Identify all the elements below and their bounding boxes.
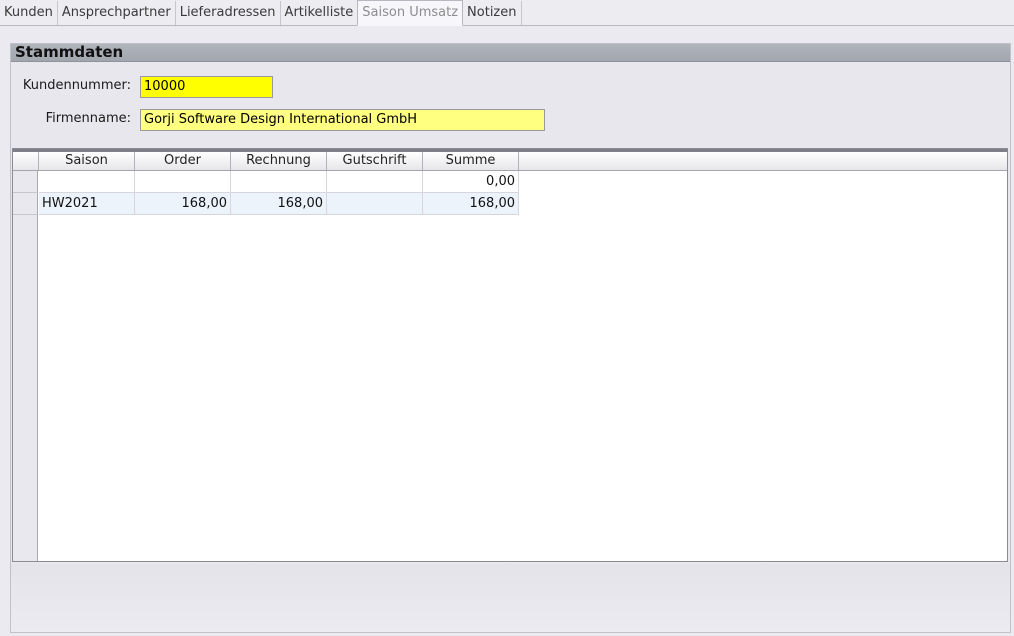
tab-ansprechpartner[interactable]: Ansprechpartner — [58, 1, 176, 25]
customer-form: Kundennummer: 10000 Firmenname: Gorji So… — [11, 62, 1010, 147]
cell-order[interactable] — [135, 171, 231, 193]
tab-kunden[interactable]: Kunden — [0, 1, 58, 25]
table-row[interactable]: 0,00 — [13, 171, 519, 193]
row-selector[interactable] — [13, 171, 38, 193]
tab-notizen[interactable]: Notizen — [463, 1, 522, 25]
panel-footer — [11, 564, 1010, 632]
saison-umsatz-table: Saison Order Rechnung Gutschrift Summe 0… — [12, 148, 1008, 562]
table-row[interactable]: HW2021 168,00 168,00 168,00 — [13, 193, 519, 215]
cell-order[interactable]: 168,00 — [135, 193, 231, 215]
column-header-summe[interactable]: Summe — [423, 152, 519, 170]
column-header-saison[interactable]: Saison — [39, 152, 135, 170]
stammdaten-panel: Stammdaten Kundennummer: 10000 Firmennam… — [10, 43, 1011, 633]
tab-artikelliste[interactable]: Artikelliste — [281, 1, 359, 25]
kundennummer-label: Kundennummer: — [22, 78, 131, 93]
firmenname-field[interactable]: Gorji Software Design International GmbH — [140, 109, 545, 131]
row-selector[interactable] — [13, 193, 38, 215]
cell-rechnung[interactable]: 168,00 — [231, 193, 327, 215]
tab-bar: Kunden Ansprechpartner Lieferadressen Ar… — [0, 0, 1014, 26]
column-header-rechnung[interactable]: Rechnung — [231, 152, 327, 170]
cell-summe[interactable]: 0,00 — [423, 171, 519, 193]
firmenname-label: Firmenname: — [45, 111, 131, 126]
cell-gutschrift[interactable] — [327, 171, 423, 193]
column-header-gutschrift[interactable]: Gutschrift — [327, 152, 423, 170]
cell-rechnung[interactable] — [231, 171, 327, 193]
header-corner[interactable] — [13, 152, 39, 170]
tab-lieferadressen[interactable]: Lieferadressen — [176, 1, 281, 25]
cell-gutschrift[interactable] — [327, 193, 423, 215]
column-header-order[interactable]: Order — [135, 152, 231, 170]
cell-saison[interactable]: HW2021 — [39, 193, 135, 215]
kundennummer-field[interactable]: 10000 — [140, 76, 273, 98]
table-header: Saison Order Rechnung Gutschrift Summe — [13, 152, 1007, 171]
cell-summe[interactable]: 168,00 — [423, 193, 519, 215]
row-header-column — [13, 171, 38, 561]
tab-saison-umsatz[interactable]: Saison Umsatz — [357, 0, 464, 26]
cell-saison[interactable] — [39, 171, 135, 193]
section-title: Stammdaten — [11, 44, 1010, 62]
